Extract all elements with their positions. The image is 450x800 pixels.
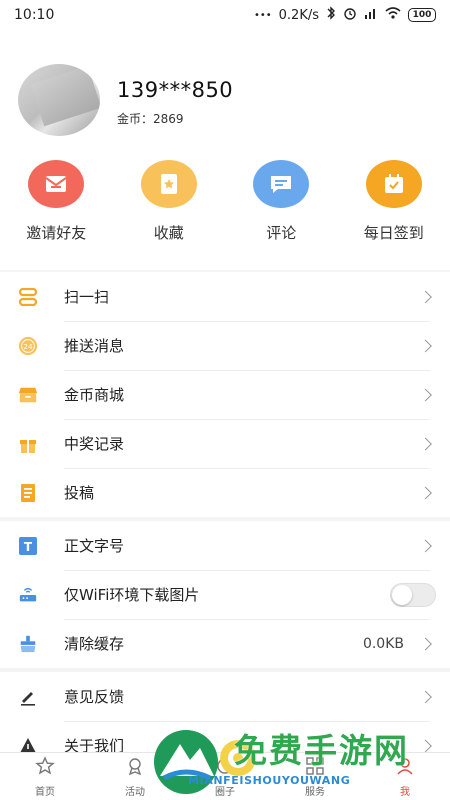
menu-item-push-messages[interactable]: 24 推送消息 [0, 321, 450, 370]
quick-favorites[interactable]: 收藏 [113, 160, 226, 243]
tab-label: 首页 [35, 786, 55, 798]
avatar[interactable] [18, 64, 100, 136]
tab-label: 我 [400, 786, 410, 798]
cache-size: 0.0KB [362, 635, 404, 652]
tab-label: 服务 [305, 786, 325, 798]
person-icon [395, 756, 415, 780]
mail-icon [28, 160, 85, 208]
menu-item-label: 扫一扫 [64, 288, 110, 306]
quick-actions: 邀请好友 收藏 评论 每日签到 [0, 160, 450, 243]
chevron-right-icon [419, 539, 432, 552]
status-icons: ••• 0.2K/s 100 [254, 6, 436, 24]
chevron-right-icon [419, 290, 432, 303]
notebook-icon [18, 483, 38, 503]
quick-label: 每日签到 [363, 224, 424, 242]
menu-section-main: 扫一扫 24 推送消息 金币商城 中奖记录 投稿 [0, 272, 450, 517]
tab-label: 圈子 [215, 786, 235, 798]
comment-icon [253, 160, 310, 208]
chevron-right-icon [419, 690, 432, 703]
quick-daily-checkin[interactable]: 每日签到 [338, 160, 450, 243]
tab-label: 活动 [125, 786, 145, 798]
grid-icon [305, 756, 325, 780]
bottom-tab-bar: 首页 活动 圈子 服务 我 [0, 752, 450, 800]
bluetooth-icon [326, 6, 336, 24]
quick-label: 邀请好友 [26, 224, 87, 242]
network-speed: 0.2K/s [278, 7, 319, 23]
menu-section-other: 意见反馈 关于我们 [0, 672, 450, 752]
chevron-right-icon [419, 637, 432, 650]
menu-item-label: 意见反馈 [64, 688, 125, 706]
signal-icon [364, 7, 378, 23]
circle-icon [215, 756, 235, 780]
menu-item-label: 仅WiFi环境下载图片 [64, 586, 200, 604]
status-bar: 10:10 ••• 0.2K/s 100 [0, 0, 450, 30]
menu-item-scan[interactable]: 扫一扫 [0, 272, 450, 321]
tab-home[interactable]: 首页 [0, 753, 90, 800]
coin-balance: 金币：2869 [117, 112, 184, 126]
tab-circle[interactable]: 圈子 [180, 753, 270, 800]
broom-icon [18, 634, 38, 654]
battery-icon: 100 [408, 8, 436, 22]
menu-item-wifi-only-images: 仅WiFi环境下载图片 [0, 570, 450, 619]
wifi-only-toggle[interactable] [390, 582, 436, 607]
svg-text:T: T [24, 540, 33, 554]
quick-label: 评论 [266, 224, 297, 242]
font-size-icon: T [18, 536, 38, 556]
quick-label: 收藏 [153, 224, 184, 242]
award-icon [125, 756, 145, 780]
menu-item-label: 关于我们 [64, 737, 125, 752]
chevron-right-icon [419, 739, 432, 752]
tab-activity[interactable]: 活动 [90, 753, 180, 800]
wifi-icon [385, 7, 401, 23]
pen-icon [18, 687, 38, 707]
chevron-right-icon [419, 388, 432, 401]
alarm-icon [343, 6, 357, 24]
menu-section-settings: T 正文字号 仅WiFi环境下载图片 清除缓存 0.0KB [0, 521, 450, 668]
status-time: 10:10 [14, 7, 55, 23]
menu-item-label: 清除缓存 [64, 635, 125, 653]
menu-item-label: 推送消息 [64, 337, 125, 355]
menu-item-feedback[interactable]: 意见反馈 [0, 672, 450, 721]
bookmark-icon [140, 160, 197, 208]
store-icon [18, 385, 38, 405]
menu-item-label: 投稿 [64, 484, 95, 502]
tab-services[interactable]: 服务 [270, 753, 360, 800]
user-phone[interactable]: 139***850 [117, 78, 233, 102]
push-24-icon: 24 [18, 336, 38, 356]
gift-icon [18, 434, 38, 454]
menu-item-submit[interactable]: 投稿 [0, 468, 450, 517]
menu-item-about-us[interactable]: 关于我们 [0, 721, 450, 752]
star-icon [35, 755, 55, 780]
menu-item-clear-cache[interactable]: 清除缓存 0.0KB [0, 619, 450, 668]
quick-invite-friends[interactable]: 邀请好友 [0, 160, 113, 243]
profile-card: 139***850 金币：2869 邀请好友 收藏 评论 每日签到 [0, 30, 450, 270]
calendar-check-icon [365, 160, 422, 208]
chevron-right-icon [419, 437, 432, 450]
more-dots: ••• [253, 9, 272, 21]
quick-comments[interactable]: 评论 [225, 160, 338, 243]
info-icon [18, 736, 38, 752]
menu-item-label: 正文字号 [64, 537, 125, 555]
router-icon [18, 585, 38, 605]
menu-item-font-size[interactable]: T 正文字号 [0, 521, 450, 570]
menu-item-label: 金币商城 [64, 386, 125, 404]
menu-item-coin-store[interactable]: 金币商城 [0, 370, 450, 419]
menu-item-prize-records[interactable]: 中奖记录 [0, 419, 450, 468]
scan-icon [18, 287, 38, 307]
svg-text:24: 24 [23, 342, 33, 351]
menu-item-label: 中奖记录 [64, 435, 125, 453]
chevron-right-icon [419, 486, 432, 499]
chevron-right-icon [419, 339, 432, 352]
tab-me[interactable]: 我 [360, 753, 450, 800]
